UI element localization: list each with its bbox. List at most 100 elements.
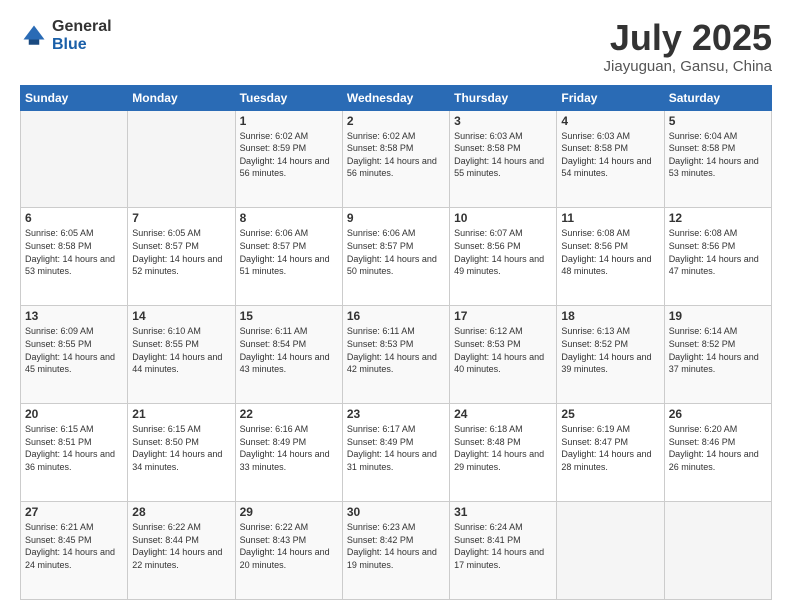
calendar-cell: 1Sunrise: 6:02 AM Sunset: 8:59 PM Daylig…: [235, 110, 342, 208]
day-info: Sunrise: 6:22 AM Sunset: 8:43 PM Dayligh…: [240, 521, 338, 571]
header-saturday: Saturday: [664, 85, 771, 110]
calendar-cell: 6Sunrise: 6:05 AM Sunset: 8:58 PM Daylig…: [21, 208, 128, 306]
day-number: 11: [561, 211, 659, 225]
calendar-cell: 24Sunrise: 6:18 AM Sunset: 8:48 PM Dayli…: [450, 404, 557, 502]
calendar-cell: 26 Sunrise: 6:20 AM Sunset: 8:46 PM Dayli…: [664, 404, 771, 502]
calendar-cell: [21, 110, 128, 208]
header-tuesday: Tuesday: [235, 85, 342, 110]
calendar-cell: 22Sunrise: 6:16 AM Sunset: 8:49 PM Dayli…: [235, 404, 342, 502]
day-number: 5: [669, 114, 767, 128]
day-info: Sunrise: 6:06 AM Sunset: 8:57 PM Dayligh…: [240, 227, 338, 277]
day-number: 18: [561, 309, 659, 323]
calendar-cell: 10 Sunrise: 6:07 AM Sunset: 8:56 PM Dayli…: [450, 208, 557, 306]
day-number: 10: [454, 211, 552, 225]
week-row-5: 27 Sunrise: 6:21 AM Sunset: 8:45 PM Dayli…: [21, 502, 772, 600]
day-info: Sunrise: 6:15 AM Sunset: 8:51 PM Dayligh…: [25, 423, 123, 473]
day-number: 2: [347, 114, 445, 128]
calendar-cell: 16 Sunrise: 6:11 AM Sunset: 8:53 PM Dayli…: [342, 306, 449, 404]
calendar-cell: 29 Sunrise: 6:22 AM Sunset: 8:43 PM Dayli…: [235, 502, 342, 600]
day-number: 19: [669, 309, 767, 323]
day-number: 26: [669, 407, 767, 421]
calendar-cell: 8Sunrise: 6:06 AM Sunset: 8:57 PM Daylig…: [235, 208, 342, 306]
day-number: 31: [454, 505, 552, 519]
day-number: 9: [347, 211, 445, 225]
day-number: 21: [132, 407, 230, 421]
header: General Blue July 2025 Jiayuguan, Gansu,…: [20, 18, 772, 75]
day-number: 3: [454, 114, 552, 128]
calendar-cell: 5Sunrise: 6:04 AM Sunset: 8:58 PM Daylig…: [664, 110, 771, 208]
day-info: Sunrise: 6:19 AM Sunset: 8:47 PM Dayligh…: [561, 423, 659, 473]
day-number: 7: [132, 211, 230, 225]
logo-icon: [20, 22, 48, 50]
day-info: Sunrise: 6:02 AM Sunset: 8:59 PM Dayligh…: [240, 130, 338, 180]
day-info: Sunrise: 6:21 AM Sunset: 8:45 PM Dayligh…: [25, 521, 123, 571]
day-info: Sunrise: 6:03 AM Sunset: 8:58 PM Dayligh…: [561, 130, 659, 180]
calendar-body: 1Sunrise: 6:02 AM Sunset: 8:59 PM Daylig…: [21, 110, 772, 599]
day-info: Sunrise: 6:05 AM Sunset: 8:57 PM Dayligh…: [132, 227, 230, 277]
day-number: 13: [25, 309, 123, 323]
header-wednesday: Wednesday: [342, 85, 449, 110]
logo: General Blue: [20, 18, 112, 53]
day-number: 15: [240, 309, 338, 323]
title-area: July 2025 Jiayuguan, Gansu, China: [604, 18, 772, 75]
calendar-cell: 15 Sunrise: 6:11 AM Sunset: 8:54 PM Dayli…: [235, 306, 342, 404]
calendar-table: Sunday Monday Tuesday Wednesday Thursday…: [20, 85, 772, 600]
day-number: 16: [347, 309, 445, 323]
calendar-cell: 21 Sunrise: 6:15 AM Sunset: 8:50 PM Dayli…: [128, 404, 235, 502]
day-number: 27: [25, 505, 123, 519]
day-info: Sunrise: 6:22 AM Sunset: 8:44 PM Dayligh…: [132, 521, 230, 571]
day-info: Sunrise: 6:23 AM Sunset: 8:42 PM Dayligh…: [347, 521, 445, 571]
calendar-cell: 17Sunrise: 6:12 AM Sunset: 8:53 PM Dayli…: [450, 306, 557, 404]
day-number: 20: [25, 407, 123, 421]
calendar-cell: [664, 502, 771, 600]
day-info: Sunrise: 6:24 AM Sunset: 8:41 PM Dayligh…: [454, 521, 552, 571]
calendar-cell: 4 Sunrise: 6:03 AM Sunset: 8:58 PM Daylig…: [557, 110, 664, 208]
day-info: Sunrise: 6:11 AM Sunset: 8:53 PM Dayligh…: [347, 325, 445, 375]
day-info: Sunrise: 6:14 AM Sunset: 8:52 PM Dayligh…: [669, 325, 767, 375]
day-number: 30: [347, 505, 445, 519]
day-number: 22: [240, 407, 338, 421]
day-info: Sunrise: 6:08 AM Sunset: 8:56 PM Dayligh…: [669, 227, 767, 277]
day-info: Sunrise: 6:07 AM Sunset: 8:56 PM Dayligh…: [454, 227, 552, 277]
day-info: Sunrise: 6:09 AM Sunset: 8:55 PM Dayligh…: [25, 325, 123, 375]
day-info: Sunrise: 6:03 AM Sunset: 8:58 PM Dayligh…: [454, 130, 552, 180]
day-number: 4: [561, 114, 659, 128]
day-info: Sunrise: 6:10 AM Sunset: 8:55 PM Dayligh…: [132, 325, 230, 375]
day-info: Sunrise: 6:02 AM Sunset: 8:58 PM Dayligh…: [347, 130, 445, 180]
calendar-cell: 9 Sunrise: 6:06 AM Sunset: 8:57 PM Daylig…: [342, 208, 449, 306]
day-info: Sunrise: 6:11 AM Sunset: 8:54 PM Dayligh…: [240, 325, 338, 375]
subtitle: Jiayuguan, Gansu, China: [604, 58, 772, 75]
day-number: 29: [240, 505, 338, 519]
calendar-cell: 25Sunrise: 6:19 AM Sunset: 8:47 PM Dayli…: [557, 404, 664, 502]
week-row-1: 1Sunrise: 6:02 AM Sunset: 8:59 PM Daylig…: [21, 110, 772, 208]
calendar-cell: 19 Sunrise: 6:14 AM Sunset: 8:52 PM Dayli…: [664, 306, 771, 404]
header-sunday: Sunday: [21, 85, 128, 110]
calendar-cell: 13 Sunrise: 6:09 AM Sunset: 8:55 PM Dayli…: [21, 306, 128, 404]
page: General Blue July 2025 Jiayuguan, Gansu,…: [0, 0, 792, 612]
day-number: 14: [132, 309, 230, 323]
header-monday: Monday: [128, 85, 235, 110]
day-info: Sunrise: 6:06 AM Sunset: 8:57 PM Dayligh…: [347, 227, 445, 277]
day-info: Sunrise: 6:08 AM Sunset: 8:56 PM Dayligh…: [561, 227, 659, 277]
calendar-header: Sunday Monday Tuesday Wednesday Thursday…: [21, 85, 772, 110]
day-number: 28: [132, 505, 230, 519]
calendar-cell: 3 Sunrise: 6:03 AM Sunset: 8:58 PM Daylig…: [450, 110, 557, 208]
calendar-cell: 12 Sunrise: 6:08 AM Sunset: 8:56 PM Dayli…: [664, 208, 771, 306]
day-number: 12: [669, 211, 767, 225]
logo-general-text: General: [52, 18, 112, 36]
header-thursday: Thursday: [450, 85, 557, 110]
day-info: Sunrise: 6:05 AM Sunset: 8:58 PM Dayligh…: [25, 227, 123, 277]
day-info: Sunrise: 6:15 AM Sunset: 8:50 PM Dayligh…: [132, 423, 230, 473]
calendar-cell: 28 Sunrise: 6:22 AM Sunset: 8:44 PM Dayli…: [128, 502, 235, 600]
day-info: Sunrise: 6:20 AM Sunset: 8:46 PM Dayligh…: [669, 423, 767, 473]
calendar-cell: 20 Sunrise: 6:15 AM Sunset: 8:51 PM Dayli…: [21, 404, 128, 502]
calendar-cell: 11 Sunrise: 6:08 AM Sunset: 8:56 PM Dayli…: [557, 208, 664, 306]
calendar-cell: [128, 110, 235, 208]
day-number: 17: [454, 309, 552, 323]
day-info: Sunrise: 6:13 AM Sunset: 8:52 PM Dayligh…: [561, 325, 659, 375]
day-info: Sunrise: 6:17 AM Sunset: 8:49 PM Dayligh…: [347, 423, 445, 473]
calendar-cell: 31 Sunrise: 6:24 AM Sunset: 8:41 PM Dayli…: [450, 502, 557, 600]
calendar-cell: 2 Sunrise: 6:02 AM Sunset: 8:58 PM Daylig…: [342, 110, 449, 208]
calendar-cell: 18 Sunrise: 6:13 AM Sunset: 8:52 PM Dayli…: [557, 306, 664, 404]
calendar-cell: [557, 502, 664, 600]
